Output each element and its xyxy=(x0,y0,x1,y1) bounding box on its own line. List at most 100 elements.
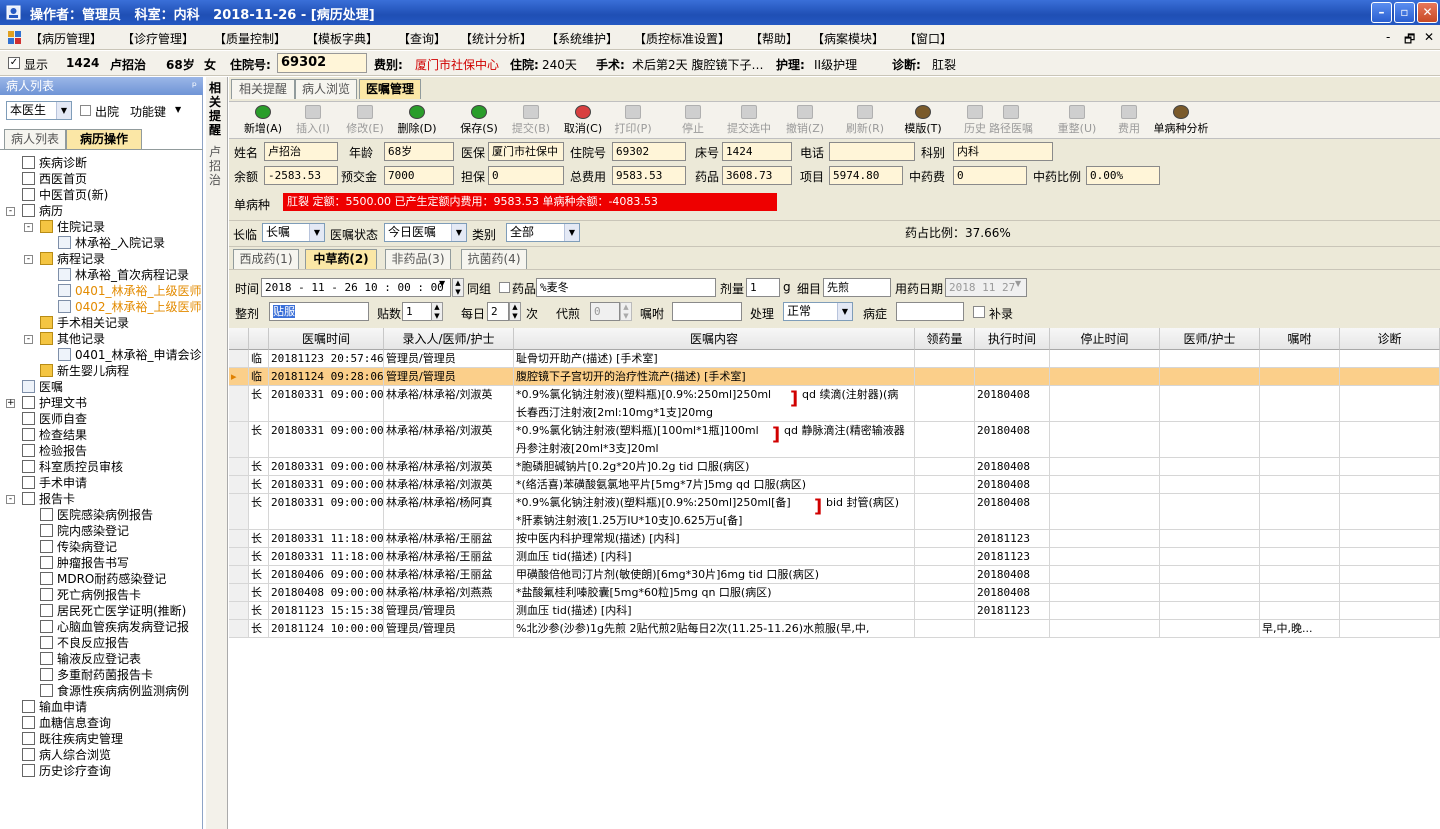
collapse-icon[interactable]: - xyxy=(6,495,15,504)
collapse-icon[interactable]: - xyxy=(24,255,33,264)
tree-item[interactable]: 多重耐药菌报告卡 xyxy=(40,667,153,683)
menu-item-treatment[interactable]: 【诊疗管理】 xyxy=(122,30,194,47)
tree-item[interactable]: 医师自查 xyxy=(22,411,87,427)
cancel-button[interactable]: 取消(C) xyxy=(559,105,607,137)
pin-icon[interactable]: ᵖ xyxy=(192,77,197,95)
tree-item[interactable]: 食源性疾病病例监测病例 xyxy=(40,683,189,699)
table-row[interactable]: 长 20180331 09:00:00 林承裕/林承裕/刘淑英 *(络活喜)苯磺酸氨氯… xyxy=(229,476,1440,494)
order-type-select[interactable]: 长嘱 ▼ xyxy=(262,223,325,242)
symptom-input[interactable] xyxy=(896,302,964,321)
drug-checkbox[interactable] xyxy=(499,282,510,293)
tab-patient-list[interactable]: 病人列表 xyxy=(4,129,66,149)
tree-item[interactable]: 医嘱 xyxy=(22,379,63,395)
tree-item[interactable]: 手术申请 xyxy=(22,475,87,491)
table-row[interactable]: 长 20180331 11:18:00 林承裕/林承裕/王丽盆 按中医内科护理常规(描… xyxy=(229,530,1440,548)
tree-item[interactable]: 检查结果 xyxy=(22,427,87,443)
header-instruction[interactable]: 嘱咐 xyxy=(1260,328,1340,350)
tree-item[interactable]: 病人综合浏览 xyxy=(22,747,111,763)
reorganize-button[interactable]: 重整(U) xyxy=(1053,105,1101,137)
header-diagnosis[interactable]: 诊断 xyxy=(1340,328,1440,350)
tree-item[interactable]: MDRO耐药感染登记 xyxy=(40,571,166,587)
handle-select[interactable]: 正常 ▼ xyxy=(783,302,853,321)
tab-antibacterial[interactable]: 抗菌药(4) xyxy=(461,249,527,269)
doctor-select[interactable]: 本医生 ▼ xyxy=(6,101,72,120)
menu-item-template[interactable]: 【模板字典】 xyxy=(306,30,378,47)
supplement-checkbox[interactable] xyxy=(973,306,985,318)
discharged-checkbox[interactable] xyxy=(80,105,91,116)
single-disease-analysis-button[interactable]: 单病种分析 xyxy=(1149,105,1213,137)
function-key-menu[interactable]: 功能键 xyxy=(130,103,166,120)
chevron-down-icon[interactable]: ▼ xyxy=(439,279,445,288)
tree-item[interactable]: 检验报告 xyxy=(22,443,87,459)
tree-item[interactable]: - 报告卡 xyxy=(6,491,75,507)
menu-item-system[interactable]: 【系统维护】 xyxy=(546,30,618,47)
insert-button[interactable]: 插入(I) xyxy=(289,105,337,137)
save-button[interactable]: 保存(S) xyxy=(455,105,503,137)
mdi-restore-button[interactable]: 🗗 xyxy=(1404,30,1415,51)
packs-input[interactable]: 1 xyxy=(402,302,432,321)
tree-item[interactable]: 中医首页(新) xyxy=(22,187,108,203)
whole-dose-input[interactable]: 贴服 xyxy=(269,302,369,321)
table-row[interactable]: 长 20180408 09:00:00 林承裕/林承裕/刘燕燕 *盐酸氟桂利嗪胶囊[5… xyxy=(229,584,1440,602)
table-row[interactable]: 长 20181123 15:15:38 管理员/管理员 测血压 tid(描述) [内科… xyxy=(229,602,1440,620)
tree-item[interactable]: - 病程记录 xyxy=(24,251,105,267)
tree-item[interactable]: - 其他记录 xyxy=(24,331,105,347)
stop-button[interactable]: 停止 xyxy=(669,105,717,137)
collapse-icon[interactable]: - xyxy=(24,223,33,232)
menu-item-case[interactable]: 【病案模块】 xyxy=(812,30,884,47)
fee-button[interactable]: 费用 xyxy=(1105,105,1153,137)
tree-item[interactable]: 传染病登记 xyxy=(40,539,117,555)
menu-item-window[interactable]: 【窗口】 xyxy=(904,30,952,47)
header-stop-time[interactable]: 停止时间 xyxy=(1050,328,1160,350)
tree-item[interactable]: 疾病诊断 xyxy=(22,155,87,171)
tree-item[interactable]: + 护理文书 xyxy=(6,395,87,411)
template-button[interactable]: 模版(T) xyxy=(899,105,947,137)
header-exec-time[interactable]: 执行时间 xyxy=(975,328,1050,350)
mdi-minimize-button[interactable]: - xyxy=(1386,30,1390,44)
time-spinner[interactable]: ▲ ▼ xyxy=(452,278,464,297)
decoct-input[interactable]: 0 xyxy=(590,302,620,321)
menu-item-help[interactable]: 【帮助】 xyxy=(750,30,798,47)
tree-item[interactable]: 0402_林承裕_上级医师 xyxy=(58,299,202,315)
table-row[interactable]: 长 20180331 09:00:00 林承裕/林承裕/刘淑英 *0.9%氯化钠注射液… xyxy=(229,422,1440,458)
header-order-content[interactable]: 医嘱内容 xyxy=(514,328,915,350)
table-row[interactable]: 长 20180331 09:00:00 林承裕/林承裕/刘淑英 *胞磷胆碱钠片[0.2… xyxy=(229,458,1440,476)
tab-non-drug[interactable]: 非药品(3) xyxy=(385,249,451,269)
show-checkbox[interactable]: ✓ xyxy=(8,57,20,69)
tree-item[interactable]: 居民死亡医学证明(推断) xyxy=(40,603,186,619)
dose-input[interactable]: 1 xyxy=(746,278,780,297)
delete-button[interactable]: 删除(D) xyxy=(393,105,441,137)
tree-item[interactable]: 输血申请 xyxy=(22,699,87,715)
tree-item[interactable]: 血糖信息查询 xyxy=(22,715,111,731)
tree-item[interactable]: 科室质控员审核 xyxy=(22,459,123,475)
menu-item-quality[interactable]: 【质量控制】 xyxy=(214,30,286,47)
print-button[interactable]: 打印(P) xyxy=(609,105,657,137)
tree-item[interactable]: - 住院记录 xyxy=(24,219,105,235)
submit-selected-button[interactable]: 提交选中 xyxy=(723,105,775,137)
table-row[interactable]: 长 20180331 11:18:00 林承裕/林承裕/王丽盆 测血压 tid(描述)… xyxy=(229,548,1440,566)
close-button[interactable]: ✕ xyxy=(1417,2,1438,23)
tree-item[interactable]: 医院感染病例报告 xyxy=(40,507,153,523)
menu-item-record[interactable]: 【病历管理】 xyxy=(30,30,102,47)
table-row[interactable]: ▸ 临 20181124 09:28:06 管理员/管理员 腹腔镜下子宫切开的治疗性流产… xyxy=(229,368,1440,386)
tree-item[interactable]: 历史诊疗查询 xyxy=(22,763,111,779)
chevron-down-icon[interactable]: ▼ xyxy=(175,105,181,114)
mdi-close-button[interactable]: ✕ xyxy=(1424,30,1434,44)
tree-item[interactable]: 死亡病例报告卡 xyxy=(40,587,141,603)
tree-item[interactable]: 0401_林承裕_上级医师 xyxy=(58,283,202,299)
packs-spinner[interactable]: ▲ ▼ xyxy=(431,302,443,321)
submit-button[interactable]: 提交(B) xyxy=(507,105,555,137)
table-row[interactable]: 长 20181124 10:00:00 管理员/管理员 %北沙参(沙参)1g先煎 2贴… xyxy=(229,620,1440,638)
table-row[interactable]: 长 20180331 09:00:00 林承裕/林承裕/刘淑英 *0.9%氯化钠注射液… xyxy=(229,386,1440,422)
revoke-button[interactable]: 撤销(Z) xyxy=(781,105,829,137)
minimize-button[interactable]: – xyxy=(1371,2,1392,23)
tree-item[interactable]: 输液反应登记表 xyxy=(40,651,141,667)
tree-item[interactable]: - 病历 xyxy=(6,203,63,219)
menu-item-query[interactable]: 【查询】 xyxy=(398,30,446,47)
table-row[interactable]: 长 20180331 09:00:00 林承裕/林承裕/杨阿真 *0.9%氯化钠注射液… xyxy=(229,494,1440,530)
header-doctor-nurse[interactable]: 医师/护士 xyxy=(1160,328,1260,350)
daily-input[interactable]: 2 xyxy=(487,302,509,321)
tree-item[interactable]: 肿瘤报告书写 xyxy=(40,555,129,571)
tree-item[interactable]: 西医首页 xyxy=(22,171,87,187)
tree-item[interactable]: 既往疾病史管理 xyxy=(22,731,123,747)
